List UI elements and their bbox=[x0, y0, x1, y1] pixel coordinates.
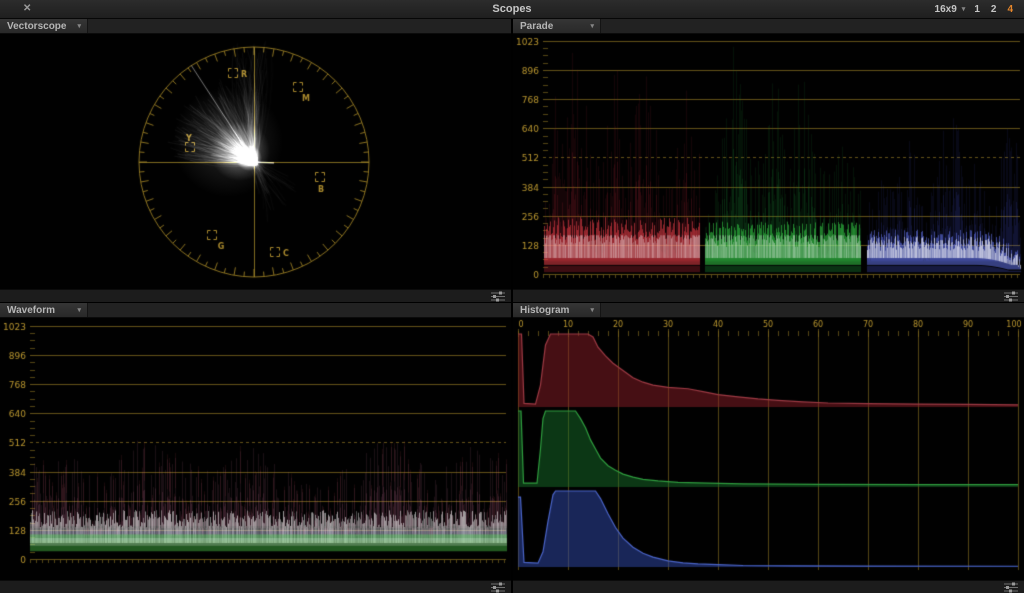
panel-waveform: Waveform ▾ bbox=[0, 303, 511, 593]
scopes-window: ✕ Scopes 16x9 ▾ 1 2 4 Vectorscope ▾ bbox=[0, 0, 1024, 593]
scope-settings-icon[interactable] bbox=[1003, 582, 1019, 593]
vectorscope-body bbox=[0, 34, 511, 289]
histogram-header: Histogram ▾ bbox=[513, 303, 1024, 318]
histogram-body bbox=[513, 318, 1024, 580]
histogram-type-dropdown[interactable]: Histogram ▾ bbox=[513, 303, 601, 317]
dropdown-label: Vectorscope bbox=[7, 21, 66, 32]
histogram-canvas bbox=[513, 318, 1024, 580]
chevron-down-icon: ▾ bbox=[590, 307, 594, 314]
aspect-ratio-value: 16x9 bbox=[935, 4, 957, 15]
waveform-header: Waveform ▾ bbox=[0, 303, 511, 318]
parade-body bbox=[513, 34, 1024, 289]
panel-vectorscope: Vectorscope ▾ bbox=[0, 19, 511, 302]
scope-settings-icon[interactable] bbox=[1003, 291, 1019, 302]
vectorscope-type-dropdown[interactable]: Vectorscope ▾ bbox=[0, 19, 88, 33]
parade-footer bbox=[513, 289, 1024, 302]
vectorscope-header: Vectorscope ▾ bbox=[0, 19, 511, 34]
dropdown-label: Histogram bbox=[520, 305, 569, 316]
view-button-1[interactable]: 1 bbox=[972, 4, 982, 15]
view-button-4[interactable]: 4 bbox=[1005, 4, 1015, 15]
dropdown-label: Parade bbox=[520, 21, 553, 32]
parade-type-dropdown[interactable]: Parade ▾ bbox=[513, 19, 601, 33]
titlebar-controls: 16x9 ▾ 1 2 4 bbox=[935, 0, 1015, 18]
scope-settings-icon[interactable] bbox=[490, 291, 506, 302]
vectorscope-footer bbox=[0, 289, 511, 302]
view-button-2[interactable]: 2 bbox=[989, 4, 999, 15]
titlebar: ✕ Scopes 16x9 ▾ 1 2 4 bbox=[0, 0, 1024, 19]
waveform-footer bbox=[0, 580, 511, 593]
panel-parade: Parade ▾ bbox=[513, 19, 1024, 302]
parade-header: Parade ▾ bbox=[513, 19, 1024, 34]
scopes-grid: Vectorscope ▾ Parade ▾ bbox=[0, 19, 1024, 593]
chevron-down-icon: ▾ bbox=[77, 307, 81, 314]
close-icon[interactable]: ✕ bbox=[23, 3, 31, 15]
chevron-down-icon: ▾ bbox=[77, 23, 81, 30]
scope-settings-icon[interactable] bbox=[490, 582, 506, 593]
waveform-type-dropdown[interactable]: Waveform ▾ bbox=[0, 303, 88, 317]
chevron-down-icon: ▾ bbox=[962, 6, 966, 13]
aspect-ratio-select[interactable]: 16x9 ▾ bbox=[935, 4, 966, 15]
waveform-body bbox=[0, 318, 511, 580]
dropdown-label: Waveform bbox=[7, 305, 55, 316]
histogram-footer bbox=[513, 580, 1024, 593]
waveform-canvas bbox=[0, 318, 511, 580]
window-title: Scopes bbox=[0, 3, 1024, 15]
chevron-down-icon: ▾ bbox=[590, 23, 594, 30]
parade-canvas bbox=[513, 34, 1024, 289]
panel-histogram: Histogram ▾ bbox=[513, 303, 1024, 593]
vectorscope-canvas bbox=[0, 34, 511, 289]
